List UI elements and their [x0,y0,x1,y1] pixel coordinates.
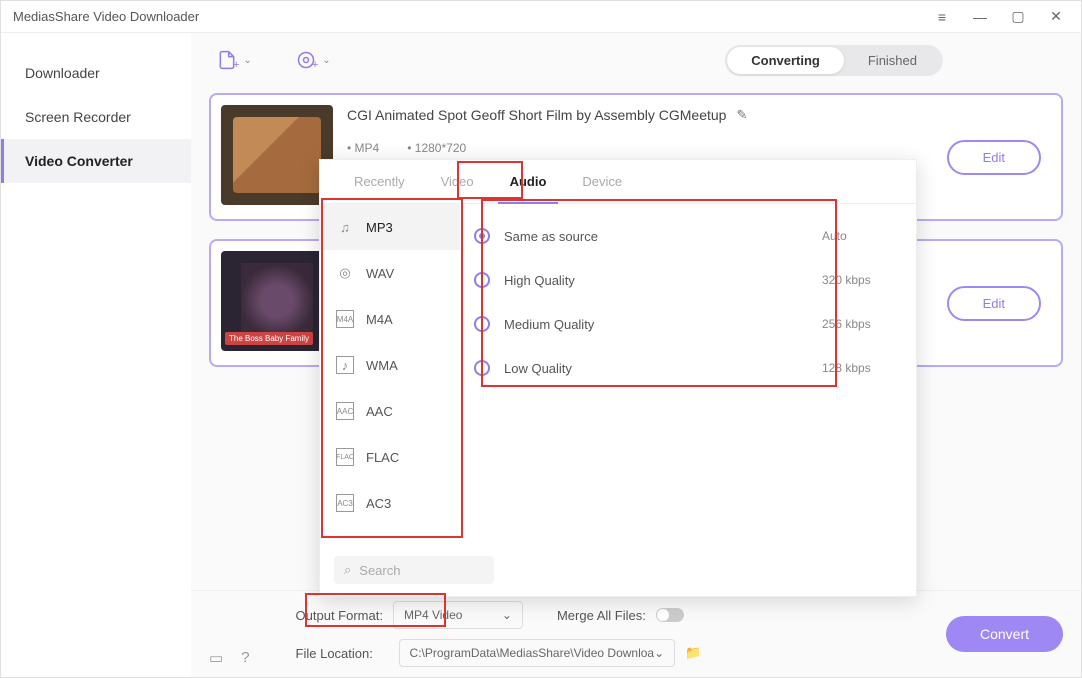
chevron-down-icon: ⌄ [654,646,664,660]
video-meta: MP4 1280*720 [347,141,933,155]
popover-search: ⌕ Search [320,548,916,592]
sidebar-item-downloader[interactable]: Downloader [1,51,191,95]
edit-button[interactable]: Edit [947,140,1041,175]
minimize-button[interactable]: — [967,9,993,25]
add-disc-button[interactable]: + ⌄ [288,43,339,77]
help-icon[interactable]: ? [241,649,249,667]
folder-icon[interactable]: 📁 [685,645,701,661]
file-location-select[interactable]: C:\ProgramData\MediasShare\Video Downloa… [399,639,676,667]
sidebar-item-screen-recorder[interactable]: Screen Recorder [1,95,191,139]
format-mp3[interactable]: ♫MP3 [320,204,460,250]
quality-low[interactable]: Low Quality128 kbps [474,346,902,390]
format-wma[interactable]: ♪WMA [320,342,460,388]
popover-tab-recently[interactable]: Recently [336,160,423,203]
rename-icon[interactable]: ✎ [736,107,747,123]
radio-icon [474,360,490,376]
toolbar: + ⌄ + ⌄ Converting Finished [191,33,1081,87]
menu-icon[interactable]: ≡ [929,9,955,25]
quality-same-as-source[interactable]: Same as sourceAuto [474,214,902,258]
search-icon: ⌕ [344,562,351,578]
radio-icon [474,316,490,332]
quality-medium[interactable]: Medium Quality256 kbps [474,302,902,346]
format-m4a[interactable]: M4AM4A [320,296,460,342]
m4a-icon: M4A [336,310,354,328]
format-popover: Recently Video Audio Device ♫MP3 ◎WAV M4… [319,159,917,597]
radio-icon [474,228,490,244]
search-placeholder: Search [359,563,400,578]
popover-tabs: Recently Video Audio Device [320,160,916,204]
search-input[interactable]: ⌕ Search [334,556,494,584]
popover-tab-device[interactable]: Device [564,160,640,203]
video-title-text: CGI Animated Spot Geoff Short Film by As… [347,107,726,123]
video-title: CGI Animated Spot Geoff Short Film by As… [347,107,933,123]
merge-label: Merge All Files: [557,608,646,623]
video-format: MP4 [347,141,379,155]
format-list: ♫MP3 ◎WAV M4AM4A ♪WMA AACAAC FLACFLAC AC… [320,204,460,548]
tab-finished[interactable]: Finished [844,47,941,74]
chevron-down-icon: ⌄ [502,608,512,622]
format-wav[interactable]: ◎WAV [320,250,460,296]
window-title: MediasShare Video Downloader [13,9,929,24]
video-resolution: 1280*720 [407,141,466,155]
note-icon: ♫ [336,218,354,236]
sidebar: Downloader Screen Recorder Video Convert… [1,33,191,677]
merge-toggle[interactable] [656,608,684,622]
video-thumbnail[interactable] [221,105,333,205]
tab-converting[interactable]: Converting [727,47,844,74]
output-format-label: Output Format: [296,608,383,623]
video-thumbnail[interactable]: The Boss Baby Family [221,251,333,351]
main-panel: + ⌄ + ⌄ Converting Finished [191,33,1081,677]
add-file-button[interactable]: + ⌄ [209,43,260,77]
popover-tab-audio[interactable]: Audio [492,160,565,203]
format-aac[interactable]: AACAAC [320,388,460,434]
maximize-button[interactable]: ▢ [1005,8,1031,25]
bottom-bar: ▭ ? Output Format: MP4 Video⌄ Merge All … [191,590,1081,677]
radio-icon [474,272,490,288]
quality-high[interactable]: High Quality320 kbps [474,258,902,302]
app-window: MediasShare Video Downloader ≡ — ▢ ✕ Dow… [0,0,1082,678]
status-tabs: Converting Finished [725,45,943,76]
book-icon[interactable]: ▭ [209,649,223,667]
disc-icon: ◎ [336,264,354,282]
output-format-select[interactable]: MP4 Video⌄ [393,601,523,629]
convert-button[interactable]: Convert [946,616,1063,652]
format-ac3[interactable]: AC3AC3 [320,480,460,526]
aac-icon: AAC [336,402,354,420]
wma-icon: ♪ [336,356,354,374]
window-controls: ≡ — ▢ ✕ [929,8,1069,25]
file-location-label: File Location: [296,646,389,661]
popover-tab-video[interactable]: Video [423,160,492,203]
titlebar: MediasShare Video Downloader ≡ — ▢ ✕ [1,1,1081,33]
ac3-icon: AC3 [336,494,354,512]
close-button[interactable]: ✕ [1043,8,1069,25]
sidebar-item-video-converter[interactable]: Video Converter [1,139,191,183]
format-flac[interactable]: FLACFLAC [320,434,460,480]
flac-icon: FLAC [336,448,354,466]
quality-list: Same as sourceAuto High Quality320 kbps … [460,204,916,548]
edit-button[interactable]: Edit [947,286,1041,321]
